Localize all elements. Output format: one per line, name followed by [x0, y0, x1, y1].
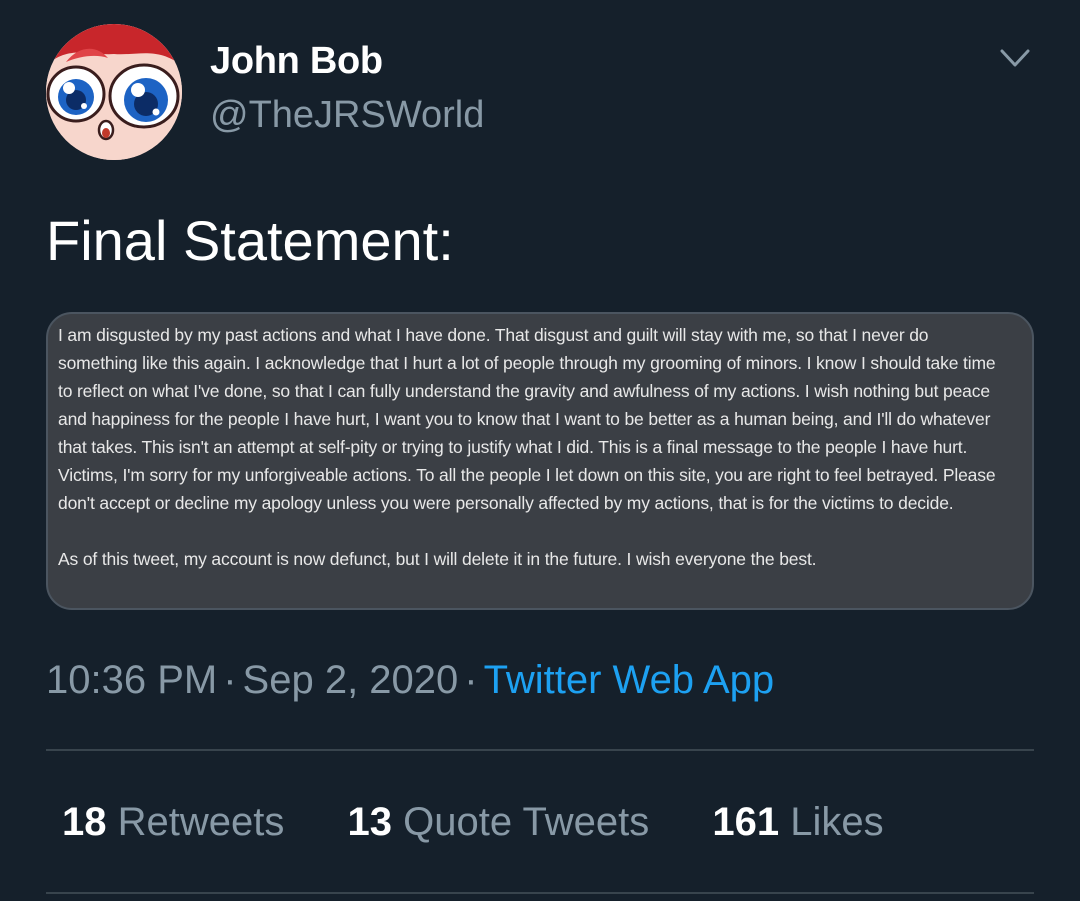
tweet-metadata: 10:36 PM · Sep 2, 2020 · Twitter Web App — [46, 652, 774, 708]
separator: · — [464, 658, 478, 702]
statement-paragraph: I am disgusted by my past actions and wh… — [58, 325, 996, 513]
retweets-count: 18 — [62, 800, 107, 844]
likes-label: Likes — [790, 800, 884, 844]
quote-tweets-label: Quote Tweets — [403, 800, 650, 844]
tweet-date[interactable]: Sep 2, 2020 — [243, 658, 459, 702]
retweets-stat[interactable]: 18 Retweets — [62, 796, 284, 848]
tweet-time[interactable]: 10:36 PM — [46, 658, 217, 702]
tweet-source-link[interactable]: Twitter Web App — [484, 658, 775, 702]
retweets-label: Retweets — [117, 800, 285, 844]
tweet-text: Final Statement: — [46, 209, 454, 272]
likes-count: 161 — [712, 800, 780, 844]
quote-tweets-count: 13 — [347, 800, 393, 844]
engagement-stats: 18 Retweets 13 Quote Tweets 161 Likes — [62, 796, 884, 848]
quote-tweets-stat[interactable]: 13 Quote Tweets — [348, 796, 650, 848]
likes-stat[interactable]: 161 Likes — [712, 796, 883, 848]
divider — [46, 892, 1034, 894]
user-handle[interactable]: @TheJRSWorld — [210, 92, 484, 138]
statement-image[interactable]: I am disgusted by my past actions and wh… — [46, 312, 1034, 610]
separator: · — [223, 658, 237, 702]
divider — [46, 749, 1034, 751]
avatar[interactable] — [46, 24, 182, 160]
chevron-down-icon[interactable] — [992, 38, 1038, 78]
cartoon-face-avatar — [46, 24, 182, 160]
display-name[interactable]: John Bob — [210, 38, 383, 84]
statement-paragraph: As of this tweet, my account is now defu… — [58, 549, 817, 569]
